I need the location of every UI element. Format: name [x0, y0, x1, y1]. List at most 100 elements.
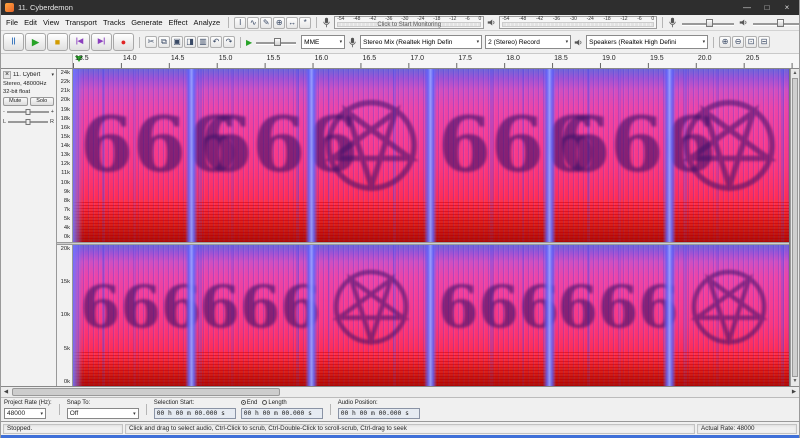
envelope-tool-icon[interactable]: ∿ — [247, 17, 259, 29]
menu-toolbar-row: FileEditViewTransportTracksGenerateEffec… — [1, 15, 799, 31]
track-format-info: Stereo, 48000Hz — [3, 81, 54, 87]
vertical-scrollbar-thumb[interactable] — [792, 78, 798, 377]
spectrogram-segment-pentagram — [670, 69, 789, 242]
draw-tool-icon[interactable]: ✎ — [260, 17, 272, 29]
sixes-figure: 666 — [199, 90, 304, 200]
menubar: FileEditViewTransportTracksGenerateEffec… — [3, 18, 223, 27]
spectrogram-right-channel[interactable]: 666666666666 — [73, 245, 789, 387]
timeshift-tool-icon[interactable]: ↔ — [286, 17, 298, 29]
audio-position-field[interactable]: 00 h 00 m 00.000 s — [338, 408, 420, 419]
spectral-six-glyph: 6 — [199, 273, 239, 341]
speed-slider[interactable] — [254, 37, 298, 47]
timeline-label: 19.5 — [650, 55, 664, 62]
timeline-ruler[interactable]: 13.514.014.515.015.516.016.517.017.518.0… — [73, 54, 799, 68]
redo-icon[interactable]: ↷ — [223, 36, 235, 48]
skip-end-button[interactable]: ▶| — [91, 33, 112, 51]
recording-channels-select[interactable]: 2 (Stereo) Record▾ — [485, 35, 571, 49]
selection-start-field[interactable]: 00 h 00 m 00.000 s — [154, 408, 236, 419]
record-button[interactable]: ● — [113, 33, 134, 51]
timeline-label: 13.5 — [75, 55, 89, 62]
play-at-speed-slider[interactable]: ▶ — [246, 37, 298, 47]
recording-meter[interactable]: -54-48-42-36-30-24-18-12-60 Click to Sta… — [334, 16, 484, 29]
zoom-tool-icon[interactable]: ⊕ — [273, 17, 285, 29]
scroll-left-icon[interactable]: ◀ — [1, 389, 11, 395]
undo-icon[interactable]: ↶ — [210, 36, 222, 48]
stop-button[interactable]: ■ — [47, 33, 68, 51]
cut-icon[interactable]: ✂ — [145, 36, 157, 48]
zoom-out-icon[interactable]: ⊖ — [732, 36, 744, 48]
spectral-six-glyph: 6 — [438, 273, 478, 341]
end-radio[interactable]: End — [241, 400, 258, 407]
project-rate-select[interactable]: 48000▾ — [4, 408, 46, 419]
solo-button[interactable]: Solo — [30, 97, 55, 106]
playback-meter[interactable]: -54-48-42-36-30-24-18-12-60 — [499, 16, 657, 29]
playback-volume-slider[interactable] — [751, 18, 799, 28]
recording-device-select[interactable]: Stereo Mix (Realtek High Defin▾ — [360, 35, 482, 49]
timeline-label: 20.5 — [746, 55, 760, 62]
skip-start-button[interactable]: |◀ — [69, 33, 90, 51]
copy-icon[interactable]: ⧉ — [158, 36, 170, 48]
window-title: 11. Cyberdemon — [18, 3, 735, 12]
microphone-icon — [348, 37, 357, 48]
scroll-right-icon[interactable]: ▶ — [789, 389, 799, 395]
menu-tracks[interactable]: Tracks — [100, 18, 128, 27]
separator — [228, 17, 229, 28]
menu-view[interactable]: View — [40, 18, 62, 27]
selection-tool-icon[interactable]: I — [234, 17, 246, 29]
speaker-icon — [487, 17, 496, 28]
menu-edit[interactable]: Edit — [21, 18, 40, 27]
timeline-label: 20.0 — [698, 55, 712, 62]
separator — [713, 37, 714, 48]
separator — [59, 404, 60, 415]
length-radio[interactable]: Length — [262, 400, 286, 407]
spectrogram-segment-pentagram — [312, 69, 431, 242]
tools-toolbar: I∿✎⊕↔* — [234, 17, 311, 29]
spectrogram-left-channel[interactable]: 666666666666 — [73, 69, 789, 242]
fit-project-icon[interactable]: ⊟ — [758, 36, 770, 48]
timeline: 13.514.014.515.015.516.016.517.017.518.0… — [1, 54, 799, 69]
microphone-icon — [322, 17, 331, 28]
playback-device-select[interactable]: Speakers (Realtek High Defini▾ — [586, 35, 708, 49]
horizontal-scrollbar-thumb[interactable] — [12, 388, 280, 396]
selection-end-field[interactable]: 00 h 00 m 00.000 s — [241, 408, 323, 419]
pan-slider[interactable]: L R — [3, 118, 54, 126]
menu-transport[interactable]: Transport — [62, 18, 100, 27]
track-name[interactable]: 11. Cybert — [13, 72, 47, 78]
fit-selection-icon[interactable]: ⊡ — [745, 36, 757, 48]
silence-icon[interactable]: ▥ — [197, 36, 209, 48]
close-button[interactable]: × — [779, 1, 795, 15]
pause-button[interactable]: || — [3, 33, 24, 51]
spectrogram-segment-pentagram — [312, 245, 431, 387]
play-button[interactable]: ▶ — [25, 33, 46, 51]
paste-icon[interactable]: ▣ — [171, 36, 183, 48]
sixes-figure: 666 — [199, 261, 304, 352]
freq-label: 0k — [64, 379, 70, 385]
menu-generate[interactable]: Generate — [128, 18, 165, 27]
menu-file[interactable]: File — [3, 18, 21, 27]
scroll-up-icon[interactable]: ▲ — [791, 69, 799, 78]
monitoring-label[interactable]: Click to Start Monitoring — [335, 22, 483, 28]
spectral-six-glyph: 6 — [80, 100, 133, 189]
freq-label: 18k — [61, 116, 70, 122]
freq-label: 11k — [61, 170, 70, 176]
track-menu-icon[interactable]: ▾ — [49, 72, 54, 78]
snap-to-select[interactable]: Off▾ — [67, 408, 139, 419]
timeline-label: 17.0 — [410, 55, 424, 62]
horizontal-scrollbar[interactable]: ◀ ▶ — [1, 387, 799, 398]
vertical-scrollbar[interactable]: ▲ ▼ — [790, 69, 799, 386]
spectral-six-glyph: 6 — [133, 100, 186, 189]
menu-analyze[interactable]: Analyze — [191, 18, 224, 27]
multi-tool-icon[interactable]: * — [299, 17, 311, 29]
audio-host-select[interactable]: MME▾ — [301, 35, 345, 49]
minimize-button[interactable]: — — [739, 1, 755, 15]
track-close-button[interactable]: × — [3, 71, 11, 79]
mute-button[interactable]: Mute — [3, 97, 28, 106]
recording-volume-slider[interactable] — [680, 18, 736, 28]
gain-slider[interactable]: - + — [3, 108, 54, 116]
maximize-button[interactable]: □ — [759, 1, 775, 15]
trim-icon[interactable]: ◨ — [184, 36, 196, 48]
scroll-down-icon[interactable]: ▼ — [791, 377, 799, 386]
zoom-in-icon[interactable]: ⊕ — [719, 36, 731, 48]
track-area: × 11. Cybert ▾ Stereo, 48000Hz 32-bit fl… — [1, 69, 799, 387]
menu-effect[interactable]: Effect — [166, 18, 191, 27]
